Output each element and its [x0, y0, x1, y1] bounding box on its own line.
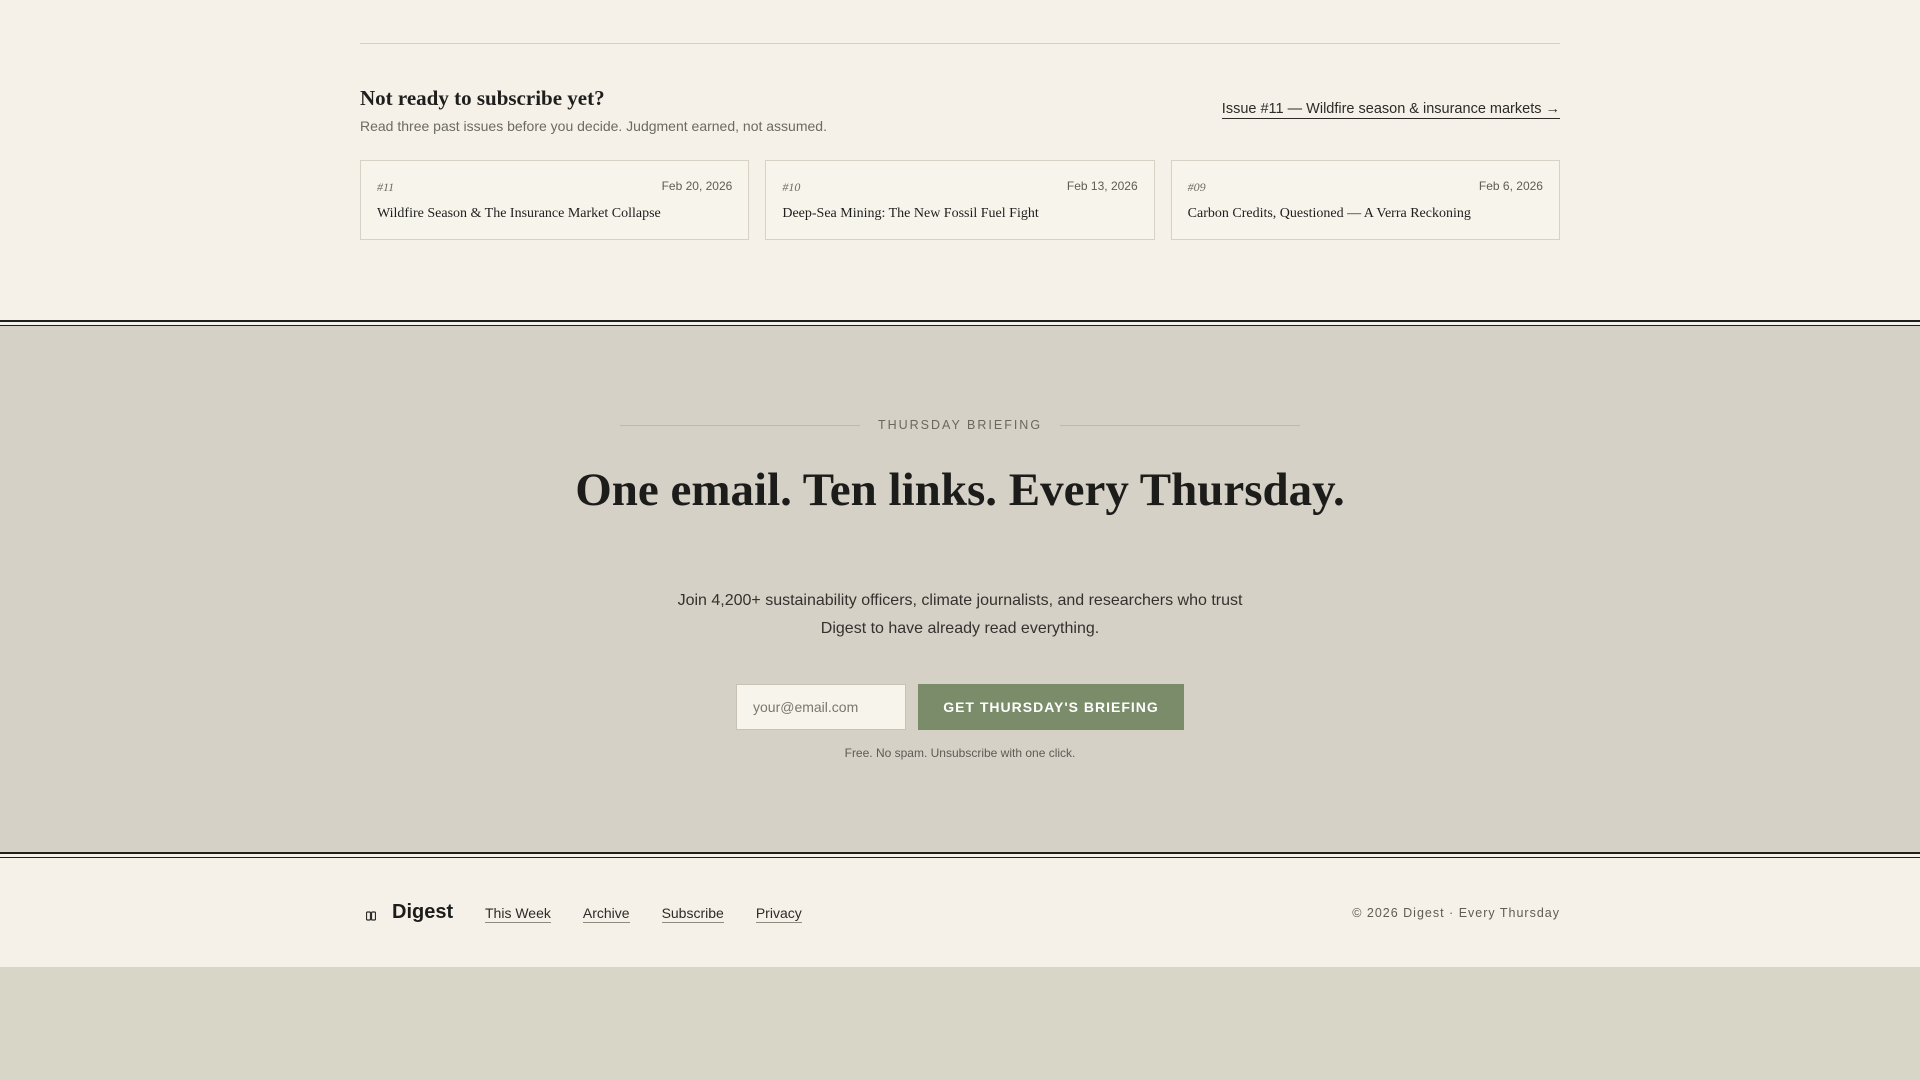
- issue-date: Feb 13, 2026: [1066, 179, 1138, 193]
- footer-link-subscribe[interactable]: Subscribe: [661, 905, 724, 923]
- issue-date: Feb 6, 2026: [1478, 179, 1543, 193]
- preview-subtitle: Read three past issues before you decide…: [360, 118, 827, 134]
- latest-issue-link[interactable]: Issue #11 — Wildfire season & insurance …: [1221, 101, 1560, 119]
- book-icon: [365, 908, 377, 921]
- footer-brand[interactable]: Digest: [392, 901, 453, 924]
- footer-link-this-week[interactable]: This Week: [485, 905, 551, 923]
- section-kicker: THURSDAY BRIEFING: [877, 418, 1043, 432]
- issue-number: #11: [377, 180, 395, 194]
- preview-title: Not ready to subscribe yet?: [360, 86, 605, 110]
- subscribe-lead: Join 4,200+ sustainability officers, cli…: [677, 592, 1243, 637]
- issue-number: #10: [782, 180, 801, 194]
- issue-title: Carbon Credits, Questioned — A Verra Rec…: [1187, 206, 1471, 221]
- issue-card[interactable]: #09 Feb 6, 2026 Carbon Credits, Question…: [1170, 160, 1560, 240]
- past-issues-list: #11 Feb 20, 2026 Wildfire Season & The I…: [360, 160, 1560, 240]
- footer-link-archive[interactable]: Archive: [582, 905, 630, 923]
- issue-title: Deep-Sea Mining: The New Fossil Fuel Fig…: [782, 206, 1039, 221]
- subscribe-headline: One email. Ten links. Every Thursday.: [575, 464, 1345, 516]
- issue-title: Wildfire Season & The Insurance Market C…: [377, 206, 661, 221]
- issue-date: Feb 20, 2026: [661, 179, 733, 193]
- kicker-line-right: [1060, 424, 1301, 426]
- kicker-line-left: [620, 424, 860, 426]
- footer-copyright: © 2026 Digest · Every Thursday: [1352, 906, 1560, 920]
- email-input[interactable]: [736, 684, 906, 730]
- kicker-row: THURSDAY BRIEFING: [620, 416, 1301, 434]
- footer-nav: This Week Archive Subscribe Privacy: [485, 905, 802, 923]
- subscribe-button[interactable]: GET THURSDAY'S BRIEFING: [918, 684, 1184, 730]
- section-divider: [360, 43, 1560, 44]
- site-footer: [0, 858, 1920, 967]
- footer-link-privacy[interactable]: Privacy: [755, 905, 802, 923]
- issue-number: #09: [1187, 180, 1206, 194]
- fine-print: Free. No spam. Unsubscribe with one clic…: [844, 746, 1076, 760]
- issue-card[interactable]: #11 Feb 20, 2026 Wildfire Season & The I…: [360, 160, 750, 240]
- issue-card[interactable]: #10 Feb 13, 2026 Deep-Sea Mining: The Ne…: [765, 160, 1155, 240]
